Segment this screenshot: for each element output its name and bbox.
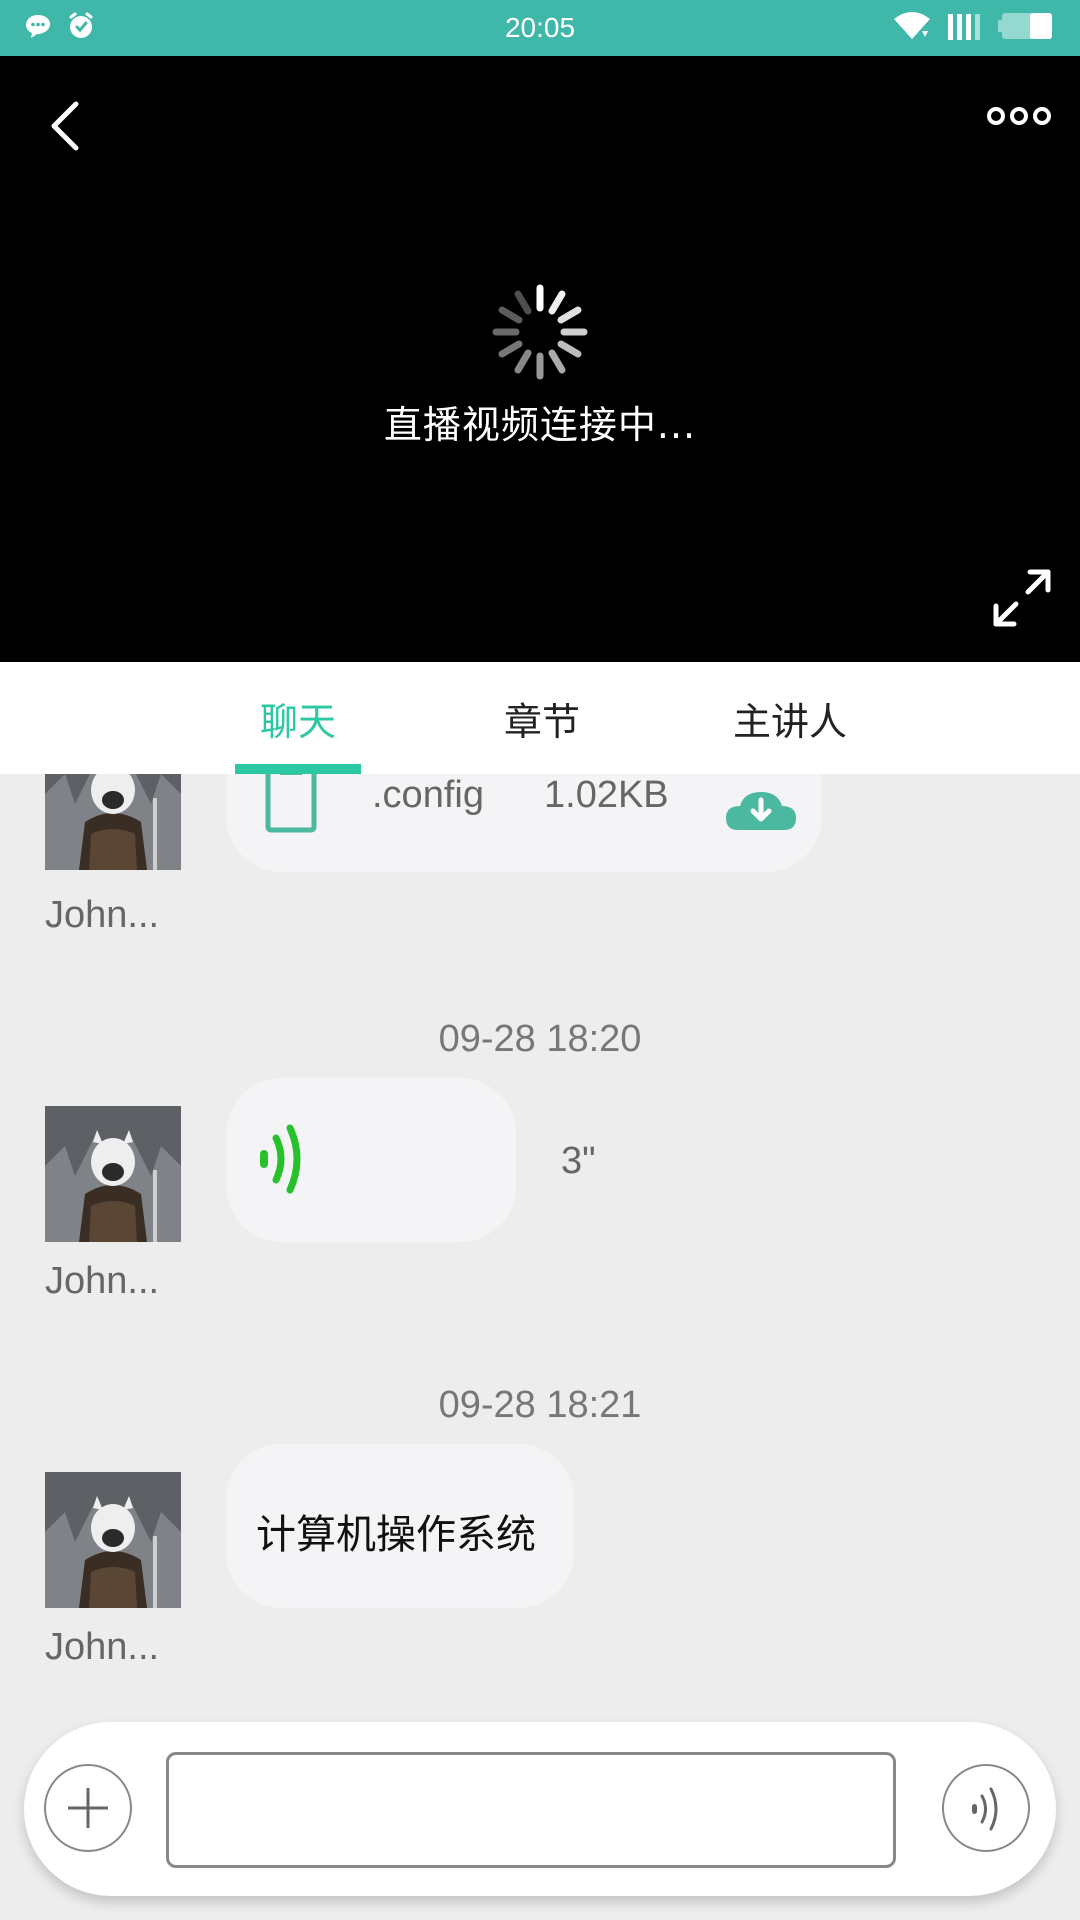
more-icon [987,107,1051,125]
username: John... [45,1260,160,1302]
tab-label: 聊天 [259,699,336,744]
tab-active-indicator [235,764,361,774]
file-icon [265,774,317,833]
text-message-bubble[interactable]: 计算机操作系统 [226,1444,574,1608]
tab-bar: 聊天 章节 主讲人 [0,662,1080,774]
voice-wave-icon [260,1124,301,1194]
tab-chat[interactable]: 聊天 [235,662,361,774]
cloud-download-icon[interactable] [724,788,798,832]
add-attachment-button[interactable] [44,1764,132,1852]
tab-chapters[interactable]: 章节 [480,662,604,774]
message-text: 计算机操作系统 [256,1512,536,1558]
tab-label: 主讲人 [732,699,847,744]
signal-icon [946,10,984,46]
battery-icon [998,11,1056,45]
tab-speaker[interactable]: 主讲人 [720,662,860,774]
status-time: 20:05 [504,12,576,43]
back-icon [51,101,79,151]
chat-message-list[interactable]: .config 1.02KB John... 09-28 18:20 3" Jo… [0,774,1080,1720]
username: John... [45,1626,160,1668]
plus-icon [68,1788,108,1828]
alarm-icon [66,11,96,45]
avatar-image [45,774,181,870]
message-input[interactable] [166,1752,896,1868]
avatar[interactable] [45,1106,181,1242]
voice-input-button[interactable] [942,1764,1030,1852]
file-size: 1.02KB [544,774,669,816]
status-left-icons [24,11,96,45]
wifi-icon [892,11,932,45]
fullscreen-button[interactable] [990,566,1054,630]
tab-label: 章节 [503,699,580,744]
voice-duration: 3" [561,1140,596,1182]
message-input-bar [24,1722,1056,1896]
status-bar: 20:05 [0,0,1080,56]
live-video-player[interactable]: 直播视频连接中... [0,56,1080,662]
message-notification-icon [24,12,52,44]
status-right-icons [892,10,1056,46]
loading-spinner-icon [488,280,592,384]
avatar-image [45,1472,181,1608]
fullscreen-icon [993,569,1051,627]
voice-message-bubble[interactable] [226,1078,516,1242]
voice-icon [972,1787,998,1831]
more-button[interactable] [982,98,1056,134]
avatar[interactable] [45,774,181,870]
message-timestamp: 09-28 18:21 [438,1384,642,1426]
avatar[interactable] [45,1472,181,1608]
message-timestamp: 09-28 18:20 [438,1018,642,1060]
username: John... [45,894,160,936]
back-button[interactable] [40,96,90,156]
file-name: .config [372,774,484,816]
avatar-image [45,1106,181,1242]
loading-text: 直播视频连接中... [383,403,697,447]
file-message-bubble[interactable]: .config 1.02KB [226,774,822,872]
